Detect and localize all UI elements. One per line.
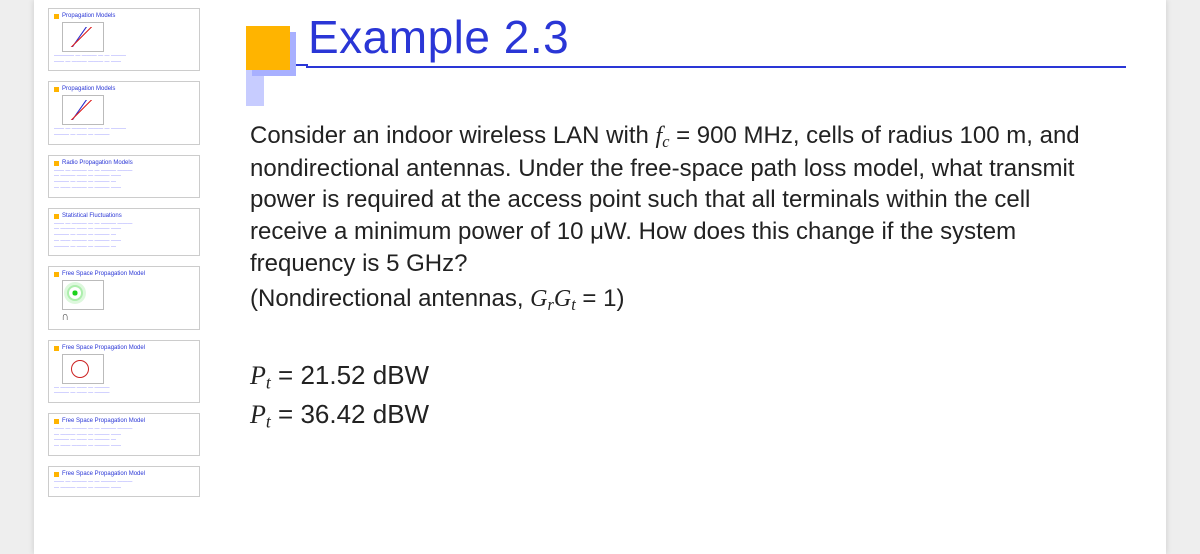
problem-statement: Consider an indoor wireless LAN with fc … — [250, 120, 1096, 279]
slide-thumbnail[interactable]: Free Space Propagation Model —— — ——— — … — [48, 413, 200, 456]
thumbnail-body: —— — ——— — — ——— ———— ——— —— — ——— —— — [54, 480, 194, 492]
problem-note: (Nondirectional antennas, GrGt = 1) — [250, 283, 1096, 316]
thumbnail-title: Propagation Models — [54, 86, 194, 93]
slide-thumbnail[interactable]: Propagation Models ———— — ——— — — ————— … — [48, 8, 200, 71]
answer-line-2: Pt = 36.42 dBW — [250, 397, 1096, 434]
thumbnail-title: Free Space Propagation Model — [54, 271, 194, 278]
bullet-icon — [246, 26, 290, 70]
slide-thumbnail[interactable]: Free Space Propagation Model —— — ——— — … — [48, 466, 200, 497]
answer-line-1: Pt = 21.52 dBW — [250, 358, 1096, 395]
title-rule — [306, 66, 1126, 68]
thumbnail-title: Statistical Fluctuations — [54, 213, 194, 220]
tower-icon: 𖥵 — [62, 312, 68, 323]
title-decoration — [246, 64, 308, 106]
thumbnail-body: —— — ——— — — ——— ———— ——— —— — ——— —— ——… — [54, 169, 194, 192]
chart-icon — [62, 22, 104, 52]
viewport: Propagation Models ———— — ——— — — ————— … — [0, 0, 1200, 554]
answers: Pt = 21.52 dBW Pt = 36.42 dBW — [250, 358, 1096, 434]
slide-thumbnail[interactable]: Free Space Propagation Model — ——— —— — … — [48, 340, 200, 403]
thumbnail-body: — ——— —— — —————— — —— — ——— — [54, 386, 194, 398]
thumbnail-body: —— — ——— — — ——— ———— ——— —— — ——— —— ——… — [54, 427, 194, 450]
thumbnail-body: —— — ——— ——— — —————— — —— — ——— — [54, 127, 194, 139]
diagram-icon — [62, 354, 104, 384]
slide-thumbnail-strip: Propagation Models ———— — ——— — — ————— … — [34, 0, 210, 554]
thumbnail-title: Free Space Propagation Model — [54, 345, 194, 352]
slide-thumbnail[interactable]: Radio Propagation Models —— — ——— — — ——… — [48, 155, 200, 198]
thumbnail-body: ———— — ——— — — ————— — ——— ——— — —— — [54, 54, 194, 66]
slide-body: Consider an indoor wireless LAN with fc … — [210, 106, 1126, 434]
slide-thumbnail[interactable]: Statistical Fluctuations —— — ——— — — ——… — [48, 208, 200, 257]
thumbnail-title: Radio Propagation Models — [54, 160, 194, 167]
slide-title: Example 2.3 — [308, 10, 569, 64]
title-area: Example 2.3 — [210, 0, 1126, 106]
antenna-icon — [62, 280, 104, 310]
thumbnail-body: —— — ——— — — ——— ———— ——— —— — ——— —— ——… — [54, 222, 194, 251]
symbol-G: G — [554, 286, 571, 312]
page-sheet: Propagation Models ———— — ——— — — ————— … — [34, 0, 1166, 554]
slide-thumbnail[interactable]: Free Space Propagation Model 𖥵 — [48, 266, 200, 329]
symbol-G: G — [530, 286, 547, 312]
thumbnail-title: Free Space Propagation Model — [54, 418, 194, 425]
thumbnail-title: Free Space Propagation Model — [54, 471, 194, 478]
thumbnail-title: Propagation Models — [54, 13, 194, 20]
chart-icon — [62, 95, 104, 125]
slide-thumbnail[interactable]: Propagation Models —— — ——— ——— — ——————… — [48, 81, 200, 144]
main-slide: Example 2.3 Consider an indoor wireless … — [210, 0, 1166, 554]
